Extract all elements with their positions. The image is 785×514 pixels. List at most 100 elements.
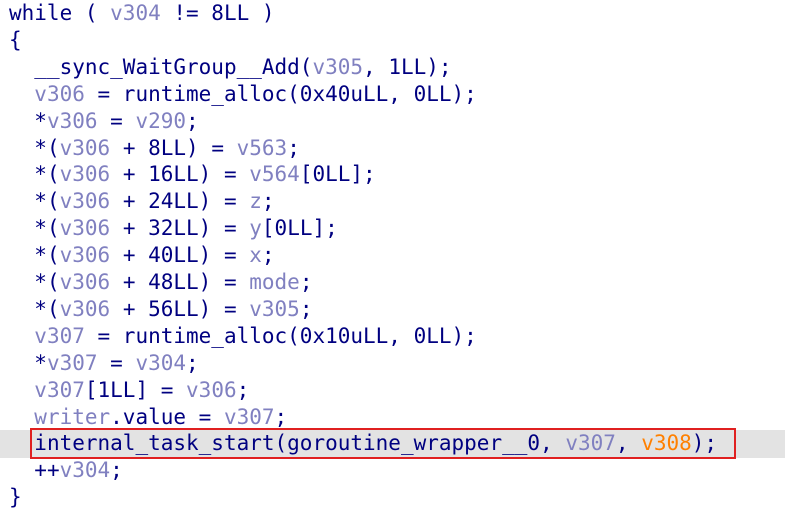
variable-token[interactable]: v305 [249,297,300,321]
variable-token[interactable]: writer [34,405,110,429]
code-line[interactable]: while ( v304 != 8LL ) [9,0,275,27]
code-line[interactable]: *(v306 + 8LL) = v563; [9,135,300,162]
variable-token[interactable]: v307 [34,378,85,402]
variable-token[interactable]: v305 [312,55,363,79]
code-token: [0LL]; [299,162,376,187]
code-token: ; [261,243,275,268]
code-line[interactable]: *v307 = v304; [9,350,199,377]
code-token: ; [287,135,300,160]
code-token: *( [34,189,60,214]
code-token: __sync_WaitGroup__Add( [34,54,313,79]
code-token: , 1LL); [363,54,452,79]
code-token: + 56LL) = [110,296,250,321]
code-token: = runtime_alloc(0x10uLL, 0LL); [84,323,477,348]
code-line[interactable]: __sync_WaitGroup__Add(v305, 1LL); [9,54,452,81]
pseudocode-view[interactable]: while ( v304 != 8LL ){ __sync_WaitGroup_… [0,0,785,514]
variable-token[interactable]: v306 [60,243,111,267]
variable-token[interactable]: v306 [34,82,85,106]
code-line[interactable]: ++v304; [9,457,123,484]
code-line[interactable]: writer.value = v307; [9,404,287,431]
code-token: + 24LL) = [110,189,250,214]
code-line[interactable]: { [9,27,22,54]
variable-token[interactable]: v304 [135,351,186,375]
code-token: ; [186,108,199,133]
code-token: ++ [34,458,60,483]
code-token: *( [34,296,60,321]
code-token: .value = [110,404,224,429]
variable-token[interactable]: v306 [60,162,111,186]
variable-token[interactable]: v306 [60,189,111,213]
code-line[interactable]: *(v306 + 40LL) = x; [9,242,275,269]
code-token: *( [34,162,60,187]
code-token: * [34,108,47,133]
variable-token[interactable]: v307 [224,405,275,429]
code-token: ; [299,296,313,321]
code-line[interactable]: *(v306 + 56LL) = v305; [9,296,312,323]
code-token: + 32LL) = [110,216,250,241]
variable-token[interactable]: v306 [47,109,98,133]
variable-token[interactable]: v304 [60,458,111,482]
code-token: [0LL]; [261,216,338,241]
variable-token[interactable]: v307 [47,351,98,375]
code-line[interactable]: *(v306 + 16LL) = v564[0LL]; [9,161,376,188]
variable-token[interactable]: x [249,243,262,267]
code-token: != 8LL ) [160,1,275,25]
code-token: ; [110,458,123,483]
code-token: *( [34,270,60,294]
variable-token[interactable]: v306 [60,216,111,240]
variable-token[interactable]: v306 [60,297,111,321]
code-line[interactable]: *v306 = v290; [9,108,199,135]
variable-token[interactable]: mode [249,270,300,294]
code-token: + 8LL) = [110,135,237,160]
code-token: ; [186,350,199,375]
code-token: + 48LL) = [110,270,250,294]
code-token: + 16LL) = [110,162,250,187]
code-token: * [34,350,47,375]
variable-token[interactable]: v306 [60,270,111,294]
code-token: + 40LL) = [110,243,250,268]
variable-token[interactable]: v564 [249,162,300,186]
code-line[interactable]: *(v306 + 32LL) = y[0LL]; [9,215,338,242]
code-token: ; [299,270,313,294]
code-line[interactable]: v306 = runtime_alloc(0x40uLL, 0LL); [9,81,477,108]
variable-token[interactable]: v563 [237,136,288,160]
code-line[interactable]: v307[1LL] = v306; [9,377,249,404]
variable-token[interactable]: v306 [60,136,111,160]
code-line[interactable]: *(v306 + 24LL) = z; [9,188,275,215]
annotation-box [30,428,736,459]
code-token: = [97,350,136,375]
code-token: { [9,27,22,52]
code-token: ; [274,404,288,429]
variable-token[interactable]: z [249,189,262,213]
code-token: = runtime_alloc(0x40uLL, 0LL); [84,81,477,106]
variable-token[interactable]: v306 [186,378,237,402]
code-token: } [9,485,22,510]
code-line[interactable]: v307 = runtime_alloc(0x10uLL, 0LL); [9,323,477,350]
code-line[interactable]: *(v306 + 48LL) = mode; [9,269,312,296]
variable-token[interactable]: v304 [110,1,161,25]
code-token: *( [34,135,60,160]
code-token: *( [34,243,60,268]
code-token: *( [34,216,60,241]
code-token: [1LL] = [84,377,187,402]
code-token: = [97,108,136,133]
code-token: ; [236,377,250,402]
variable-token[interactable]: y [249,216,262,240]
code-token: ; [261,189,275,214]
variable-token[interactable]: v290 [135,109,186,133]
code-line[interactable]: } [9,484,22,511]
variable-token[interactable]: v307 [34,324,85,348]
